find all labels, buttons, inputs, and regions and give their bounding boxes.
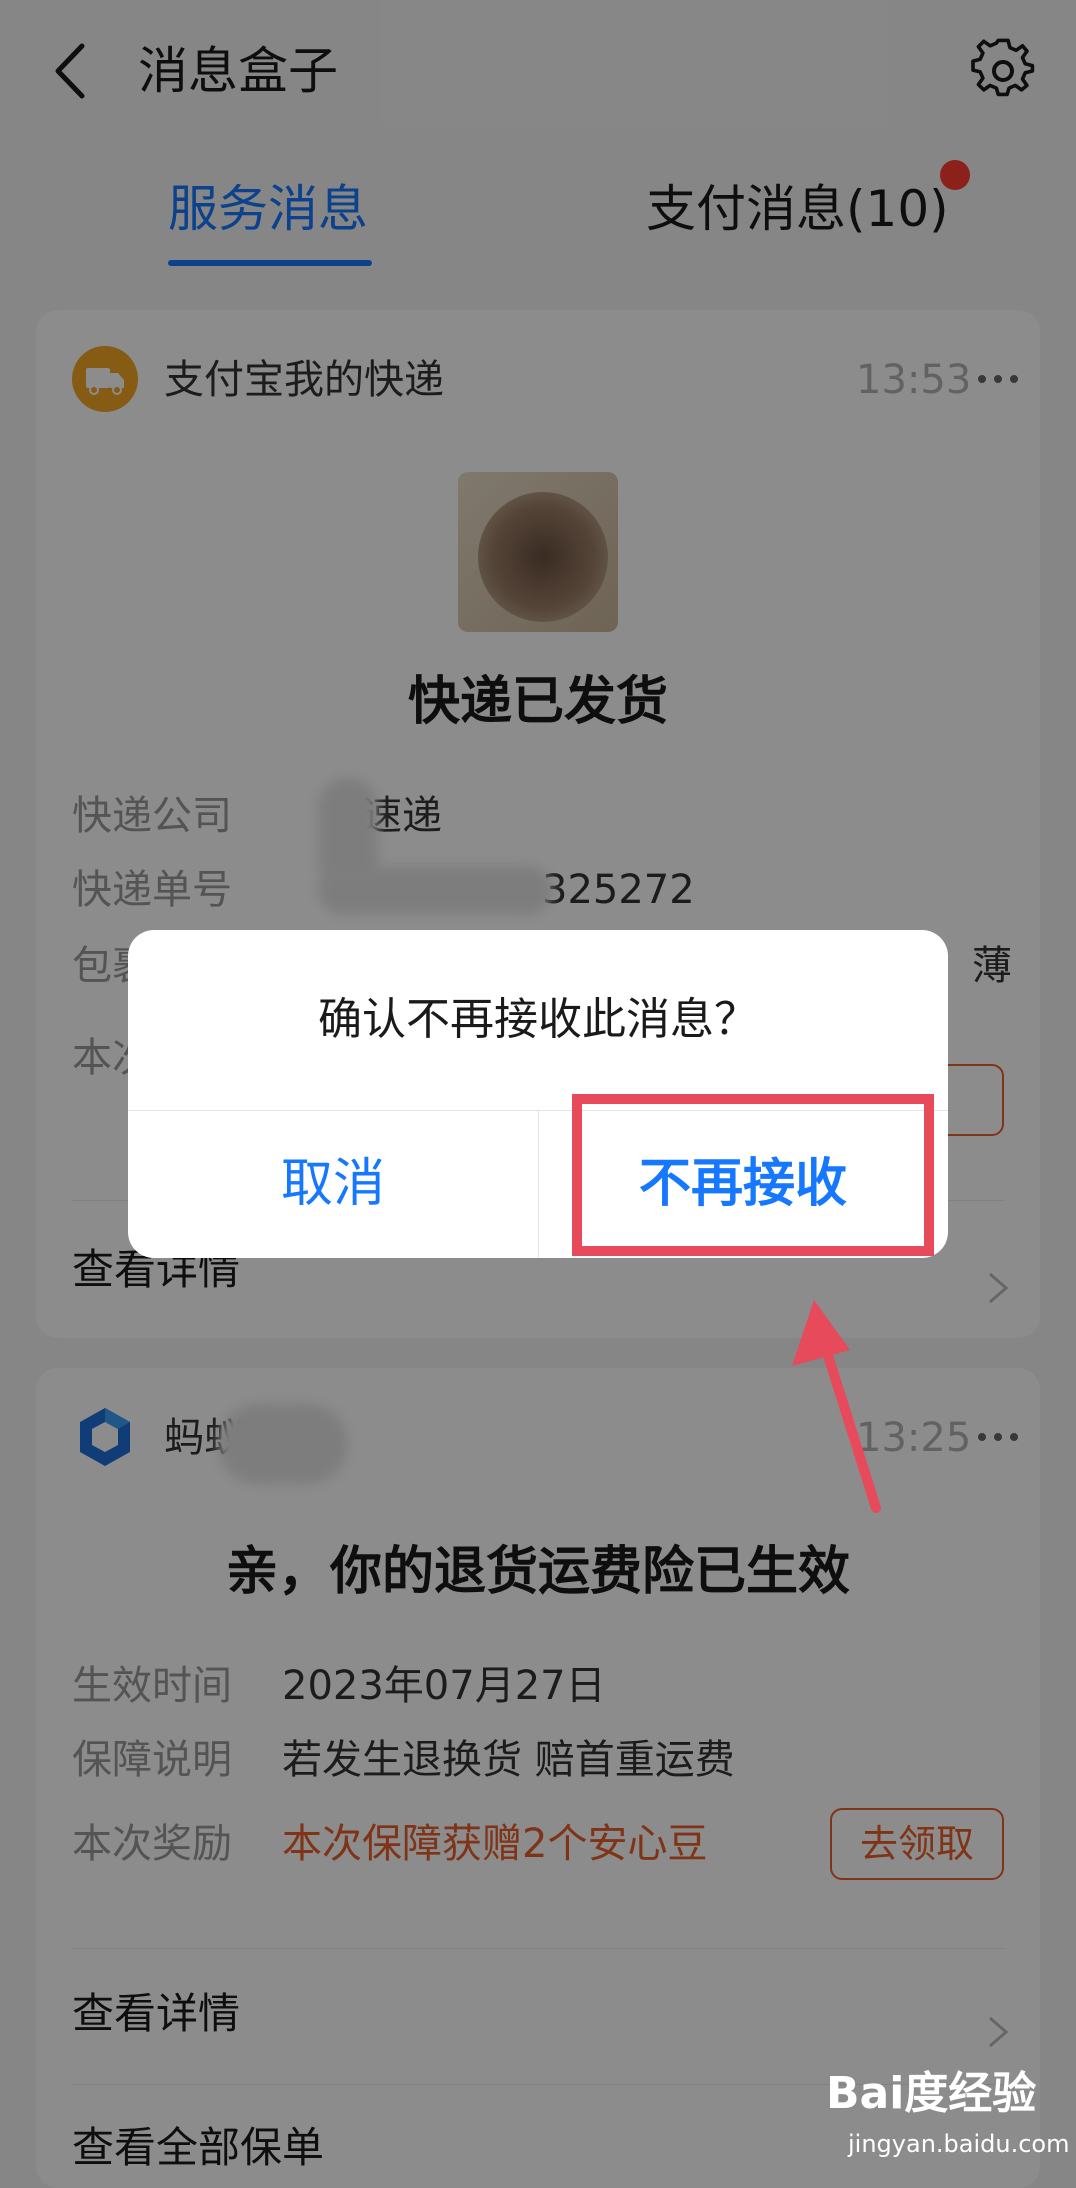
watermark-url: jingyan.baidu.com — [848, 2130, 1070, 2158]
watermark-logo: Bai度经验 — [826, 2068, 1037, 2119]
highlight-box — [572, 1094, 934, 1256]
baidu-jingyan-watermark: Bai度经验 jingyan.baidu.com — [826, 2066, 1070, 2176]
dialog-message: 确认不再接收此消息？ — [318, 994, 758, 1045]
pointer-arrow-icon — [790, 1290, 910, 1520]
cancel-button[interactable]: 取消 — [128, 1110, 538, 1258]
